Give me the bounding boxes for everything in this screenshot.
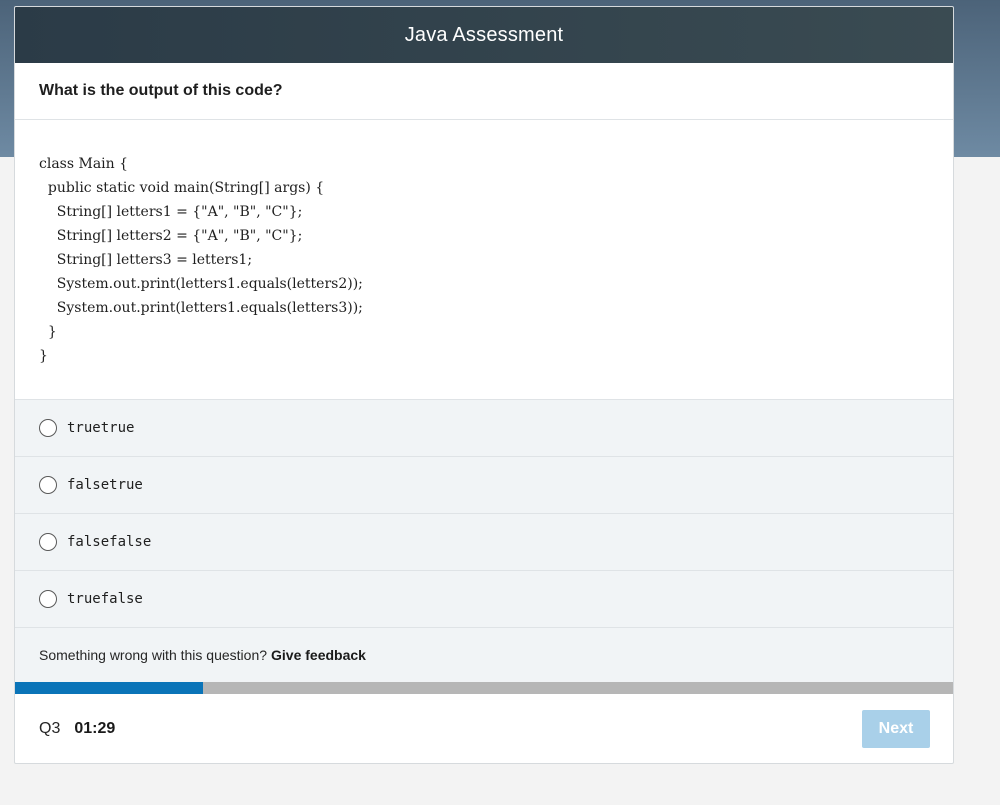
code-line: } <box>39 324 57 340</box>
answer-option-label: falsetrue <box>67 477 143 493</box>
assessment-title: Java Assessment <box>404 23 564 46</box>
feedback-row: Something wrong with this question? Give… <box>15 628 953 682</box>
code-line: } <box>39 348 48 364</box>
radio-button[interactable] <box>39 419 57 437</box>
answer-option-label: truetrue <box>67 420 135 436</box>
radio-button[interactable] <box>39 476 57 494</box>
give-feedback-link[interactable]: Give feedback <box>271 647 366 663</box>
radio-button[interactable] <box>39 533 57 551</box>
answer-option-1[interactable]: truetrue <box>15 400 953 457</box>
assessment-footer: Q3 01:29 Next <box>15 694 953 763</box>
code-line: System.out.print(letters1.equals(letters… <box>39 300 363 316</box>
progress-bar <box>15 682 953 694</box>
progress-bar-fill <box>15 682 203 694</box>
code-line: String[] letters3 = letters1; <box>39 252 253 268</box>
countdown-timer: 01:29 <box>74 720 116 737</box>
code-line: public static void main(String[] args) { <box>39 180 325 196</box>
code-snippet: class Main { public static void main(Str… <box>15 120 953 400</box>
assessment-header: Java Assessment <box>15 7 953 63</box>
code-line: System.out.print(letters1.equals(letters… <box>39 276 363 292</box>
code-line: class Main { <box>39 156 129 172</box>
radio-button[interactable] <box>39 590 57 608</box>
question-prompt: What is the output of this code? <box>15 63 953 120</box>
answer-option-label: truefalse <box>67 591 143 607</box>
answer-option-3[interactable]: falsefalse <box>15 514 953 571</box>
assessment-card: Java Assessment What is the output of th… <box>14 6 954 764</box>
code-line: String[] letters1 = {"A", "B", "C"}; <box>39 204 303 220</box>
answer-option-2[interactable]: falsetrue <box>15 457 953 514</box>
feedback-text: Something wrong with this question? <box>39 647 268 663</box>
code-line: String[] letters2 = {"A", "B", "C"}; <box>39 228 303 244</box>
answer-option-label: falsefalse <box>67 534 152 550</box>
question-number: Q3 <box>39 720 61 737</box>
answer-option-4[interactable]: truefalse <box>15 571 953 628</box>
next-button[interactable]: Next <box>862 710 930 748</box>
answer-options: truetrue falsetrue falsefalse truefalse <box>15 400 953 628</box>
